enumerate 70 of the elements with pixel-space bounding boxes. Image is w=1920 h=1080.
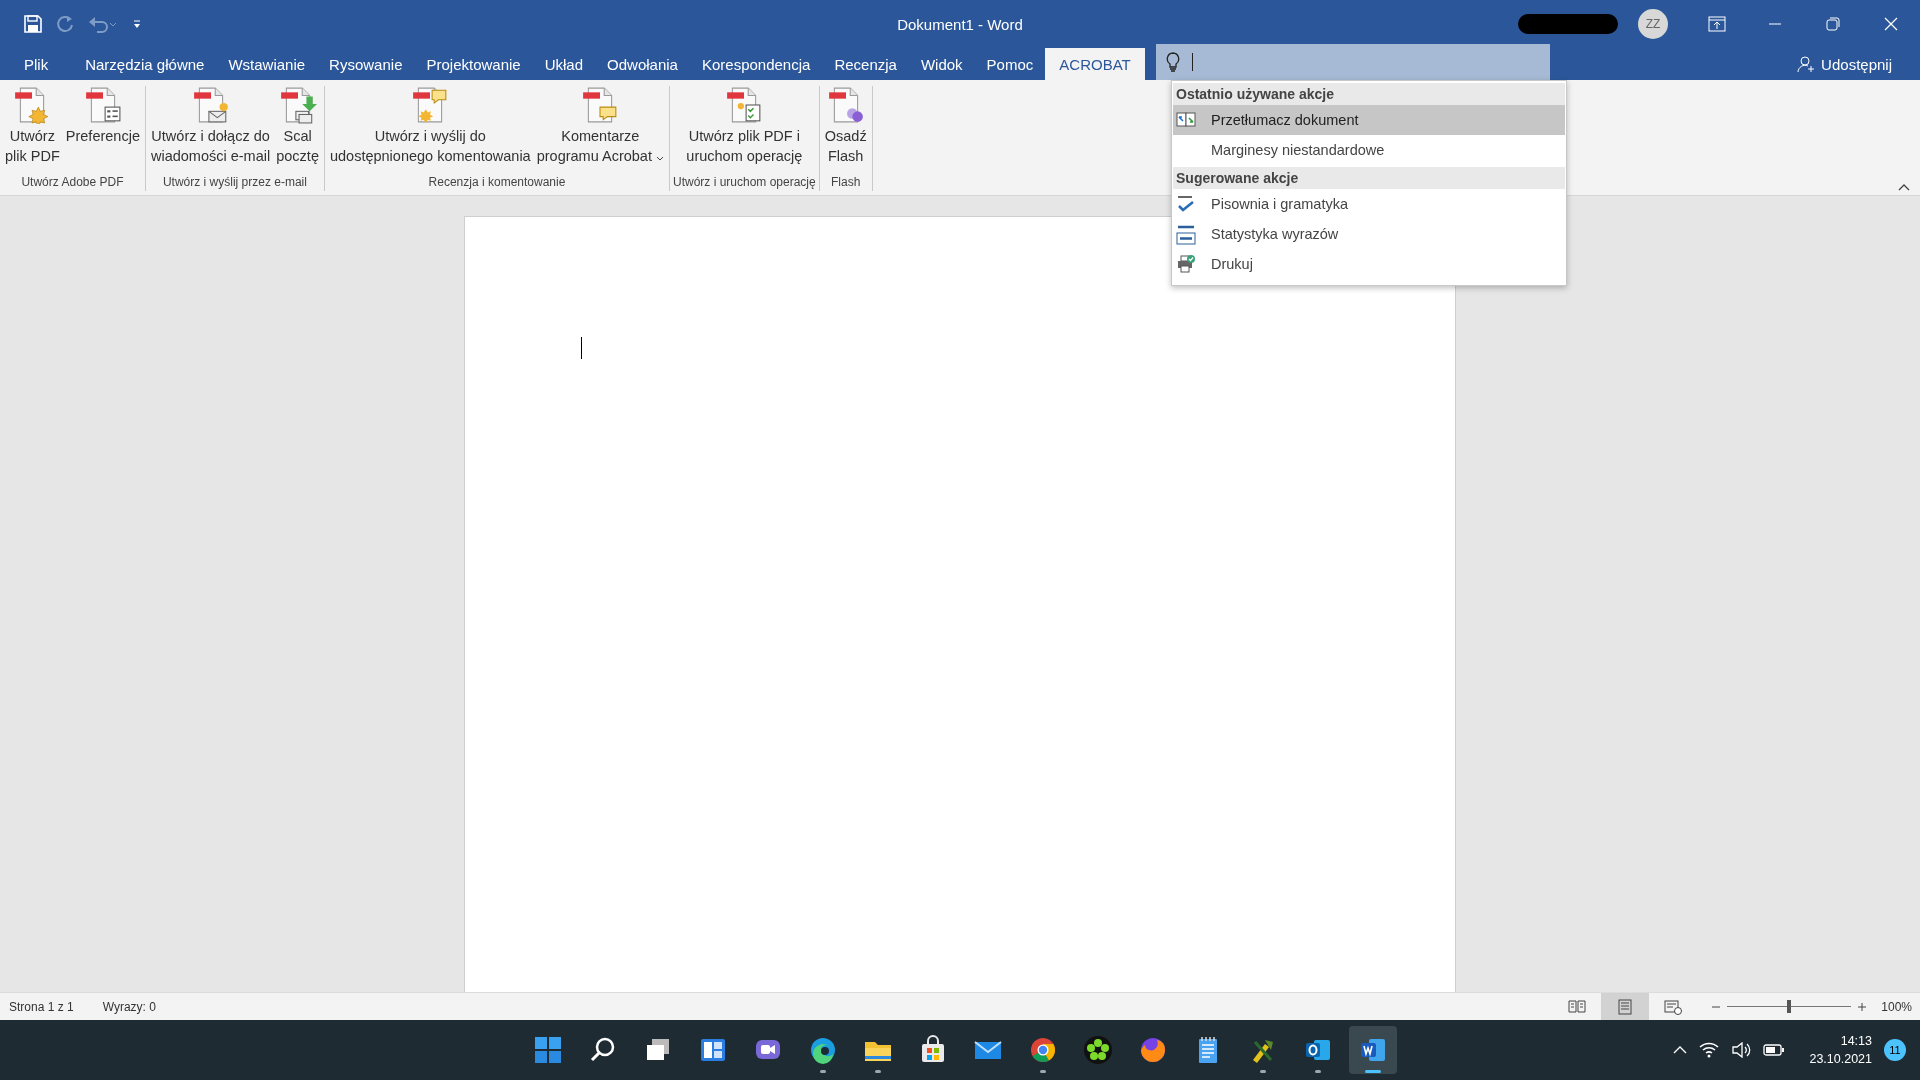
person-plus-icon xyxy=(1797,55,1816,73)
show-hidden-icons-icon[interactable] xyxy=(1673,1046,1688,1054)
ribbon-tab[interactable]: Widok xyxy=(908,48,975,80)
group-label: Utwórz i wyślij przez e-mail xyxy=(162,175,307,191)
save-icon[interactable] xyxy=(24,15,42,33)
undo-icon[interactable] xyxy=(88,15,118,33)
time: 14:13 xyxy=(1840,1033,1872,1050)
ribbon-tab[interactable]: Układ xyxy=(532,48,596,80)
ribbon-tab[interactable]: Recenzja xyxy=(822,48,909,80)
flower-icon[interactable] xyxy=(1081,1034,1114,1066)
user-avatar[interactable]: ZZ xyxy=(1638,9,1668,39)
ribbon-tab[interactable]: Projektowanie xyxy=(414,48,533,80)
ribbon-button[interactable]: Scal pocztę xyxy=(274,86,321,166)
text-cursor xyxy=(581,337,582,359)
action-item[interactable]: Drukuj xyxy=(1173,249,1565,279)
chevron-down-icon xyxy=(656,156,664,161)
ribbon-button[interactable]: Osadź Flash xyxy=(822,86,869,166)
tell-me-search-field[interactable] xyxy=(1155,44,1550,80)
redo-icon[interactable] xyxy=(56,15,74,33)
pdf-document-icon xyxy=(278,86,317,124)
ribbon-button[interactable]: Preferencje xyxy=(63,86,142,146)
zoom-level[interactable]: 100% xyxy=(1873,999,1912,1014)
close-icon xyxy=(1884,17,1898,31)
pdf-document-icon xyxy=(83,86,122,124)
group-label: Flash xyxy=(831,175,861,191)
date: 23.10.2021 xyxy=(1809,1051,1872,1068)
ribbon-button[interactable]: Komentarze programu Acrobat xyxy=(534,86,666,166)
word-count[interactable]: Wyrazy: 0 xyxy=(93,999,176,1014)
action-item[interactable]: Pisownia i gramatyka xyxy=(1173,189,1565,219)
section-heading: Ostatnio używane akcje xyxy=(1173,83,1565,105)
customize-arrow-icon[interactable] xyxy=(132,19,142,29)
word-count-icon xyxy=(1175,223,1197,245)
section-heading: Sugerowane akcje xyxy=(1173,167,1565,189)
ribbon-tab[interactable]: Korespondencja xyxy=(689,48,823,80)
clock[interactable]: 14:13 23.10.2021 xyxy=(1809,1032,1872,1068)
ribbon-tab[interactable]: ACROBAT xyxy=(1045,48,1145,80)
zoom-thumb[interactable] xyxy=(1787,999,1792,1013)
ribbon-tab[interactable]: Wstawianie xyxy=(216,48,318,80)
group-label: Utwórz Adobe PDF xyxy=(21,175,124,191)
ribbon-tab[interactable]: Plik xyxy=(0,48,74,80)
action-item[interactable]: Statystyka wyrazów xyxy=(1173,219,1565,249)
page-count[interactable]: Strona 1 z 1 xyxy=(0,999,94,1014)
view-button[interactable] xyxy=(1601,993,1650,1020)
ribbon-button[interactable]: Utwórz i wyślij do udostępnionego komentowania xyxy=(327,86,533,166)
volume-icon[interactable] xyxy=(1731,1042,1752,1058)
pdf-document-icon xyxy=(826,86,865,124)
restore-icon xyxy=(1826,17,1840,31)
ribbon-tab[interactable]: Pomoc xyxy=(974,48,1046,80)
notification-badge[interactable]: 11 xyxy=(1884,1039,1906,1061)
action-item[interactable]: Przetłumacz dokument xyxy=(1173,105,1565,135)
ribbon-button[interactable]: Utwórz i dołącz do wiadomości e-mail xyxy=(148,86,273,166)
share-button[interactable]: Udostępnij xyxy=(1791,48,1920,80)
ribbon-button[interactable]: Utwórz plik PDF xyxy=(3,86,62,166)
window-title: Dokument1 - Word xyxy=(897,15,1023,33)
action-item[interactable]: Marginesy niestandardowe xyxy=(1173,135,1565,165)
group-label: Recenzja i komentowanie xyxy=(428,175,566,191)
wifi-icon[interactable] xyxy=(1699,1042,1720,1058)
ribbon-tab[interactable]: Odwołania xyxy=(595,48,690,80)
lightbulb-icon xyxy=(1165,52,1180,72)
printer-icon xyxy=(1175,254,1197,274)
zoom-in-icon[interactable] xyxy=(1857,1001,1868,1012)
translate-icon xyxy=(1175,110,1197,130)
ribbon-tab[interactable]: Rysowanie xyxy=(317,48,415,80)
collapse-ribbon-icon[interactable] xyxy=(1898,183,1910,191)
group-label: Utwórz i uruchom operację xyxy=(673,175,816,191)
battery-icon[interactable] xyxy=(1763,1043,1786,1057)
ribbon-button[interactable]: Utwórz plik PDF i uruchom operację xyxy=(684,86,805,166)
pdf-document-icon xyxy=(191,86,230,124)
ribbon-display-icon xyxy=(1708,16,1726,32)
ribbon-tab[interactable]: Narzędzia główne xyxy=(73,48,217,80)
